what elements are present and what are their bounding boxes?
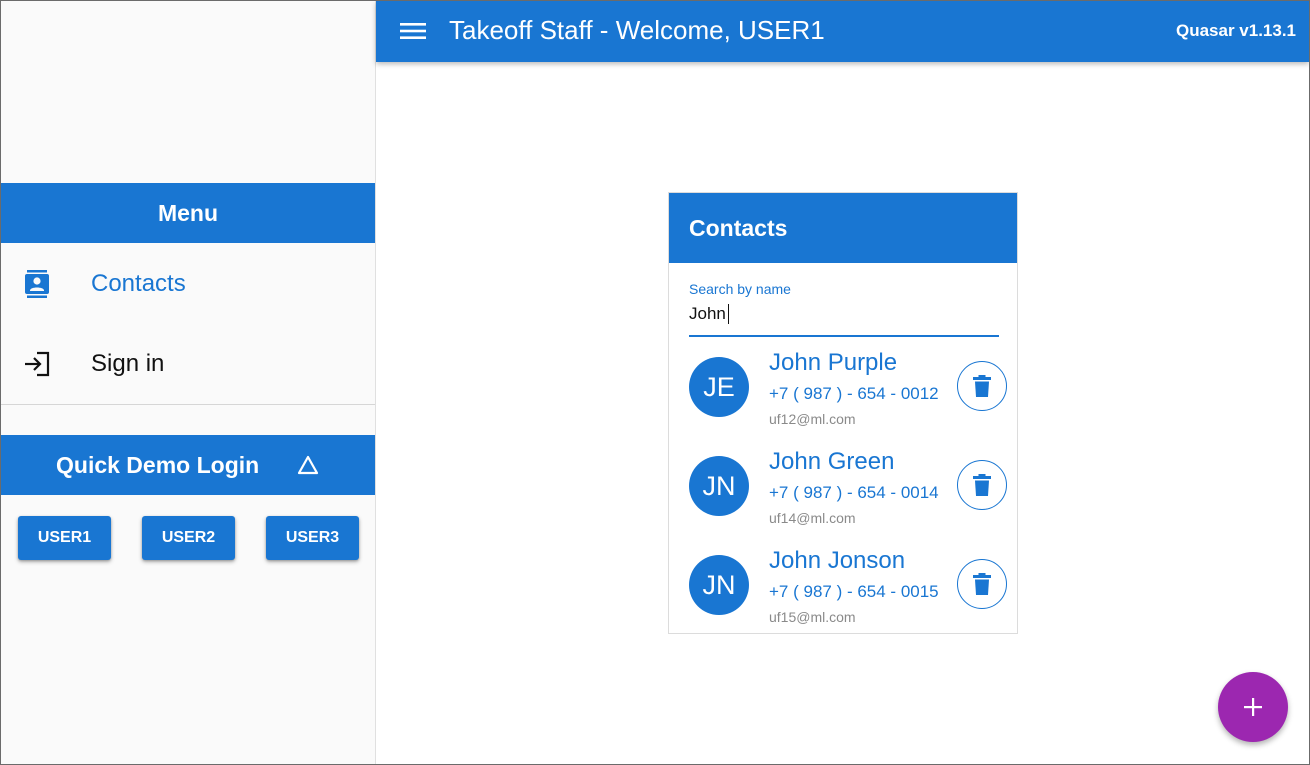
contact-item[interactable]: JN John Jonson +7 ( 987 ) - 654 - 0015 u… (669, 543, 1017, 633)
user1-login-button[interactable]: USER1 (18, 516, 111, 560)
contact-phone: +7 ( 987 ) - 654 - 0015 (769, 582, 939, 601)
login-icon (23, 350, 51, 378)
app-title: Takeoff Staff - Welcome, USER1 (449, 15, 825, 45)
trash-icon (973, 474, 991, 496)
contact-name: John Purple (769, 349, 898, 376)
search-label: Search by name (689, 281, 791, 297)
contact-name: John Green (769, 448, 895, 475)
plus-icon (1244, 698, 1262, 716)
hamburger-menu-icon[interactable] (400, 19, 426, 43)
nav-item-label: Sign in (91, 350, 165, 377)
contacts-icon (23, 270, 51, 298)
contact-phone: +7 ( 987 ) - 654 - 0012 (769, 384, 939, 403)
nav-item-sign-in[interactable]: Sign in (1, 324, 375, 404)
app-window: Menu Contacts Sign in Quick Demo Login U… (0, 0, 1310, 765)
quick-demo-login-title: Quick Demo Login (56, 451, 260, 478)
search-input[interactable] (689, 301, 999, 327)
nav-item-contacts[interactable]: Contacts (1, 244, 375, 324)
avatar: JE (689, 357, 749, 417)
delete-contact-button[interactable] (957, 559, 1007, 609)
menu-header: Menu (1, 183, 375, 243)
trash-icon (973, 375, 991, 397)
delete-contact-button[interactable] (957, 460, 1007, 510)
quick-demo-login-toggle[interactable]: Quick Demo Login (1, 435, 375, 495)
card-header: Contacts (669, 193, 1017, 263)
contact-email: uf14@ml.com (769, 510, 856, 526)
drawer-divider (1, 404, 375, 405)
card-title: Contacts (689, 214, 788, 241)
avatar: JN (689, 555, 749, 615)
contact-email: uf15@ml.com (769, 609, 856, 625)
avatar: JN (689, 456, 749, 516)
nav-item-label: Contacts (91, 270, 186, 297)
version-label: Quasar v1.13.1 (1175, 21, 1296, 40)
delete-contact-button[interactable] (957, 361, 1007, 411)
contact-name: John Jonson (769, 547, 906, 574)
user2-login-button[interactable]: USER2 (142, 516, 235, 560)
contact-phone: +7 ( 987 ) - 654 - 0014 (769, 483, 939, 502)
add-contact-button[interactable] (1218, 672, 1288, 742)
contact-item[interactable]: JN John Green +7 ( 987 ) - 654 - 0014 uf… (669, 444, 1017, 543)
trash-icon (973, 573, 991, 595)
menu-title: Menu (157, 199, 219, 226)
text-cursor (728, 304, 729, 324)
triangle-up-icon (297, 455, 319, 475)
search-field[interactable]: Search by name (689, 279, 999, 337)
side-drawer: Menu Contacts Sign in Quick Demo Login U… (1, 1, 376, 764)
contact-item[interactable]: JE John Purple +7 ( 987 ) - 654 - 0012 u… (669, 345, 1017, 444)
contacts-card: Contacts Search by name JE John Purple +… (668, 192, 1018, 634)
user3-login-button[interactable]: USER3 (266, 516, 359, 560)
contact-email: uf12@ml.com (769, 411, 856, 427)
app-header: Takeoff Staff - Welcome, USER1 Quasar v1… (376, 1, 1309, 62)
